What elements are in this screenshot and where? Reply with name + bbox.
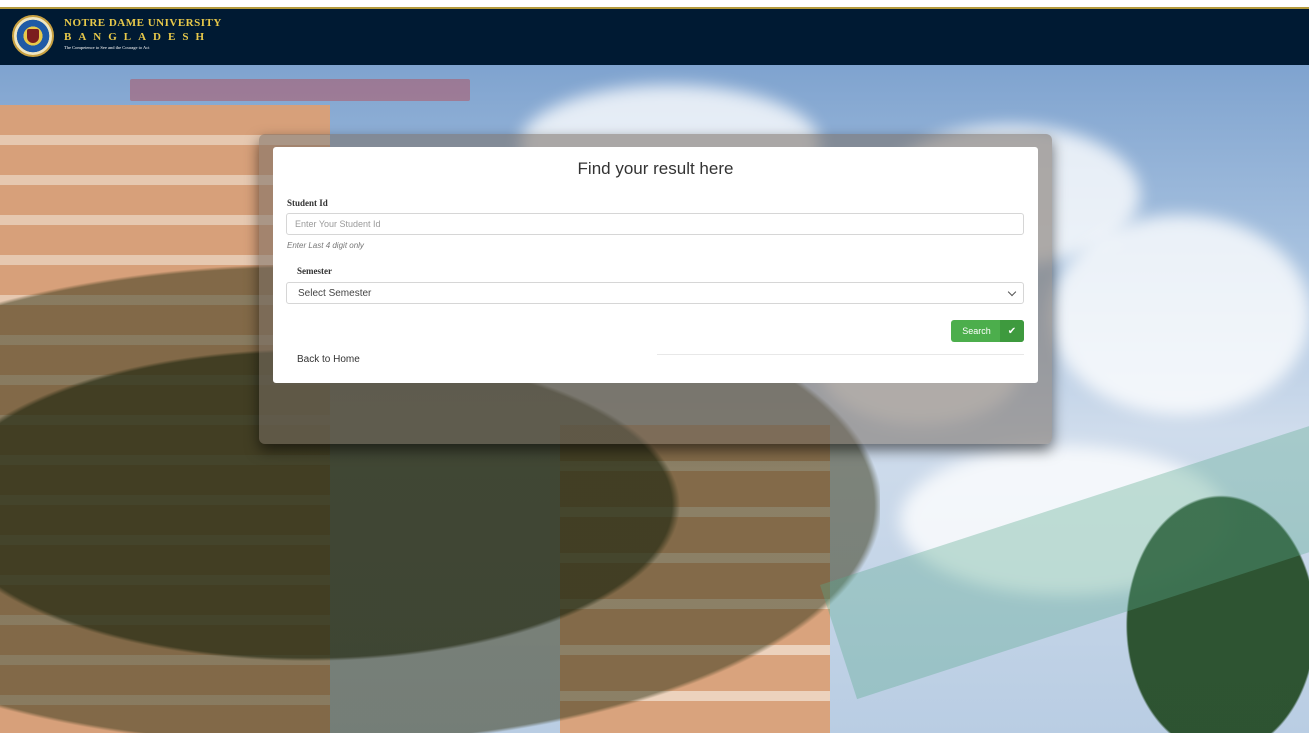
building-sign-image: [130, 79, 470, 101]
result-search-form: Find your result here Student Id Enter L…: [273, 147, 1038, 383]
search-button[interactable]: Search ✔: [951, 320, 1024, 342]
university-logo-icon[interactable]: [12, 15, 54, 57]
semester-selected-value: Select Semester: [298, 287, 372, 299]
check-icon: ✔: [1000, 320, 1024, 342]
back-to-home-link[interactable]: Back to Home: [297, 354, 360, 365]
semester-select[interactable]: Select Semester: [286, 282, 1024, 304]
form-divider: [657, 354, 1024, 355]
form-title: Find your result here: [577, 159, 734, 178]
student-id-help-text: Enter Last 4 digit only: [287, 241, 364, 250]
university-motto: The Competence to See and the Courage to…: [64, 45, 150, 50]
student-id-label: Student Id: [287, 198, 328, 208]
top-rule: [0, 0, 1309, 9]
chevron-down-icon: [1007, 287, 1017, 297]
semester-label: Semester: [297, 266, 332, 276]
brand-block: NOTRE DAME UNIVERSITY BANGLADESH The Com…: [64, 17, 222, 50]
search-button-label: Search: [962, 326, 991, 336]
university-country: BANGLADESH: [64, 31, 212, 43]
university-name: NOTRE DAME UNIVERSITY: [64, 17, 222, 29]
student-id-input[interactable]: [286, 213, 1024, 235]
site-header: NOTRE DAME UNIVERSITY BANGLADESH The Com…: [0, 9, 1309, 65]
